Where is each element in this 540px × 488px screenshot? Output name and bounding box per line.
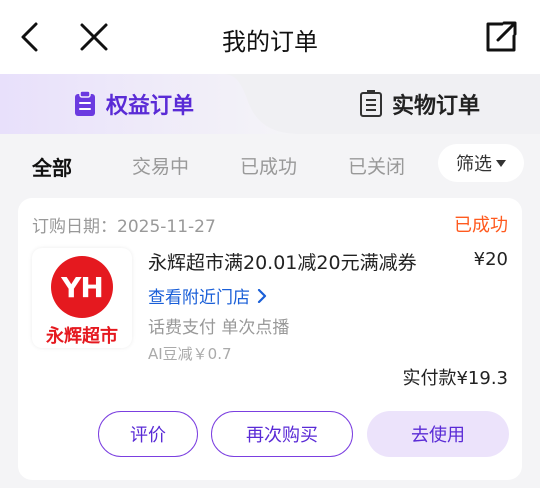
order-tags: 话费支付 单次点播 [148, 318, 290, 338]
filter-in-progress[interactable]: 交易中 [132, 152, 189, 179]
order-status-badge: 已成功 [454, 215, 508, 236]
filter-dropdown-button[interactable]: 筛选 [438, 144, 524, 182]
review-button[interactable]: 评价 [98, 411, 198, 457]
filter-dropdown-label: 筛选 [456, 154, 492, 175]
product-price: ¥20 [473, 249, 508, 270]
order-card[interactable]: 订购日期：2025-11-27 已成功 YH 永辉超市 永辉超市满20.01减2… [18, 198, 522, 480]
ai-discount: AI豆减￥0.7 [148, 345, 232, 363]
share-icon[interactable] [482, 18, 520, 56]
filter-succeeded[interactable]: 已成功 [240, 152, 297, 179]
order-type-tabs: 权益订单 实物订单 [0, 74, 540, 134]
buy-again-button[interactable]: 再次购买 [211, 411, 353, 457]
nearby-stores-link[interactable]: 查看附近门店 [148, 283, 268, 308]
merchant-logo: YH 永辉超市 [32, 248, 132, 348]
tab-rights-orders[interactable]: 权益订单 [72, 88, 194, 120]
nearby-stores-label: 查看附近门店 [148, 288, 250, 308]
tab-physical-orders-label: 实物订单 [392, 94, 481, 119]
use-now-button[interactable]: 去使用 [367, 411, 509, 457]
product-name: 永辉超市满20.01减20元满减券 [148, 252, 417, 274]
tab-rights-orders-label: 权益订单 [106, 94, 195, 119]
caret-down-icon [496, 159, 506, 167]
filter-all[interactable]: 全部 [32, 152, 72, 181]
page-title: 我的订单 [222, 28, 318, 56]
filter-closed[interactable]: 已关闭 [348, 152, 405, 179]
clipboard-icon [75, 90, 95, 116]
chevron-right-icon [257, 288, 267, 303]
top-nav-bar: 我的订单 [0, 0, 540, 74]
order-date: 订购日期：2025-11-27 [32, 217, 216, 237]
merchant-logo-name: 永辉超市 [46, 326, 118, 347]
merchant-logo-mark: YH [51, 256, 113, 318]
paid-amount: 实付款¥19.3 [402, 368, 508, 389]
status-filter-bar: 全部 交易中 已成功 已关闭 筛选 [0, 134, 540, 192]
tab-physical-orders[interactable]: 实物订单 [358, 88, 480, 120]
document-icon [360, 90, 382, 117]
